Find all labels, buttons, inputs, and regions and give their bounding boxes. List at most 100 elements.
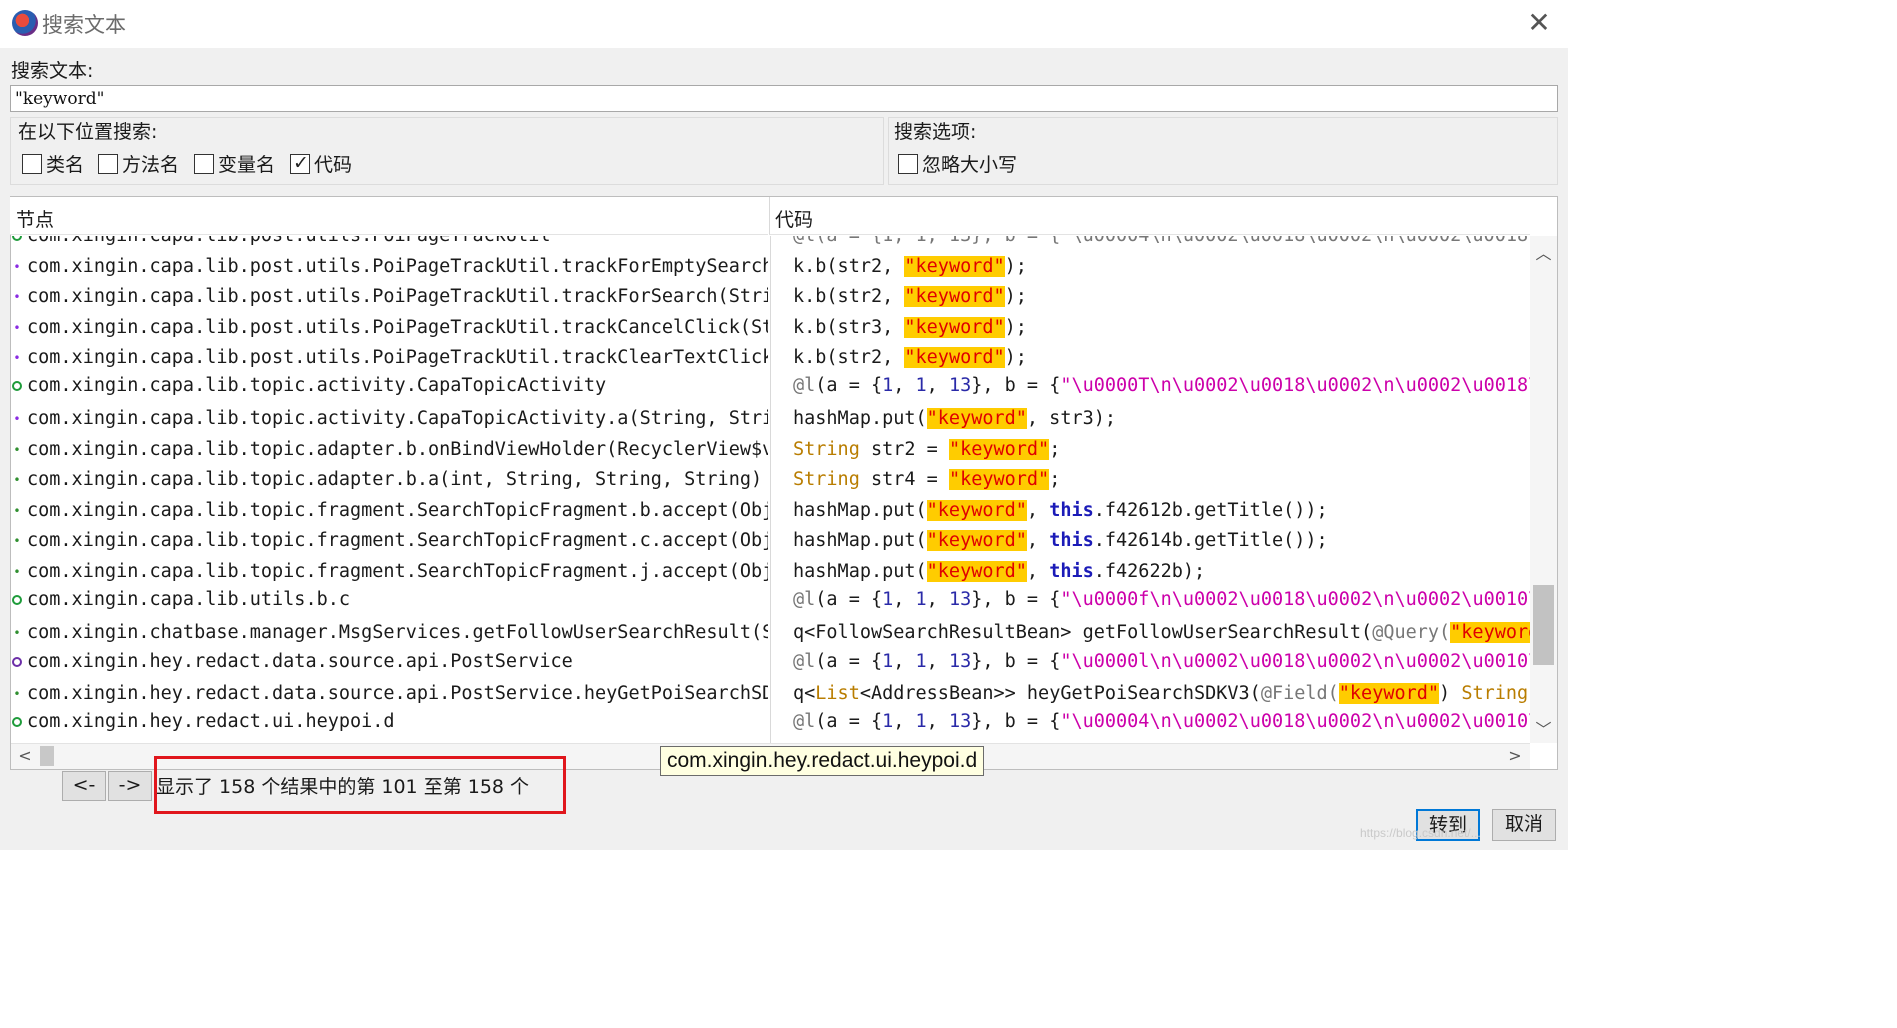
close-icon[interactable]: ✕ — [1522, 6, 1556, 40]
code-token: 1 — [882, 711, 894, 732]
checkbox-class-name[interactable]: 类名 — [22, 150, 84, 177]
result-row-node[interactable]: • com.xingin.capa.lib.topic.fragment.Sear… — [10, 500, 768, 521]
result-row-code[interactable]: hashMap.put("keyword", this.f42612b.getT… — [771, 500, 1328, 521]
result-row-code[interactable]: @l(a = {1, 1, 13}, b = {"\u00004\n\u0002… — [771, 711, 1530, 732]
checkbox-box[interactable] — [98, 153, 118, 174]
result-row-node[interactable]: • com.xingin.capa.lib.topic.fragment.Sear… — [10, 561, 768, 582]
code-token: "\u0000f\n\u0002\u0018\u0002\n\u0002\u00… — [1060, 589, 1530, 610]
keyword-match: "keyword" — [904, 286, 1005, 307]
code-token: ); — [1004, 347, 1027, 368]
result-row-node[interactable]: • com.xingin.capa.lib.topic.adapter.b.a(i… — [10, 469, 768, 490]
code-token: , — [893, 589, 916, 610]
title-bar — [0, 0, 1568, 48]
checkbox-variable-name[interactable]: 变量名 — [194, 150, 275, 177]
result-row-node[interactable]: • com.xingin.capa.lib.post.utils.PoiPageT… — [10, 317, 768, 338]
code-token: 13 — [948, 651, 972, 672]
result-row-node[interactable]: com.xingin.hey.redact.data.source.api.Po… — [10, 651, 573, 672]
result-row-code[interactable]: k.b(str2, "keyword"); — [771, 256, 1027, 277]
code-token: String — [793, 469, 860, 490]
checkbox-box[interactable] — [22, 153, 42, 174]
method-icon: • — [13, 290, 21, 304]
code-token: k.b(str2, — [793, 286, 905, 307]
result-row-code[interactable]: k.b(str2, "keyword"); — [771, 347, 1027, 368]
search-input[interactable] — [10, 85, 1558, 112]
code-token: }, b = { — [971, 375, 1061, 396]
class-icon — [12, 381, 22, 391]
next-page-button[interactable]: -> — [108, 771, 152, 801]
node-text: com.xingin.hey.redact.data.source.api.Po… — [27, 683, 768, 704]
class-icon — [12, 236, 22, 241]
code-token: 1 — [915, 711, 927, 732]
code-token: List — [815, 683, 860, 704]
result-row-node[interactable]: • com.xingin.capa.lib.post.utils.PoiPageT… — [10, 256, 768, 277]
result-row-code[interactable]: k.b(str2, "keyword"); — [771, 286, 1027, 307]
code-token: , — [1026, 500, 1050, 521]
method-pub-icon: • — [13, 534, 21, 548]
node-text: com.xingin.chatbase.manager.MsgServices.… — [27, 622, 768, 643]
prev-page-button[interactable]: <- — [62, 771, 106, 801]
result-row-node[interactable]: • com.xingin.capa.lib.post.utils.PoiPageT… — [10, 347, 768, 368]
code-token: , — [926, 651, 949, 672]
result-row-node[interactable]: • com.xingin.capa.lib.topic.adapter.b.onB… — [10, 439, 768, 460]
code-token: k.b(str3, — [793, 317, 905, 338]
code-token: }, b = { — [971, 589, 1061, 610]
interface-icon — [12, 657, 22, 667]
result-row-node[interactable]: • com.xingin.hey.redact.data.source.api.P… — [10, 683, 768, 704]
code-token: , — [926, 589, 949, 610]
result-row-code[interactable]: hashMap.put("keyword", this.f42622b); — [771, 561, 1205, 582]
result-row-node[interactable]: • com.xingin.capa.lib.topic.fragment.Sear… — [10, 530, 768, 551]
horizontal-scroll-thumb[interactable] — [40, 746, 54, 766]
vertical-scroll-thumb[interactable] — [1533, 585, 1554, 665]
code-token: ); — [1004, 317, 1027, 338]
scroll-down-icon[interactable]: ﹀ — [1531, 716, 1556, 739]
code-token: @l(a = {1, 1, 13}, b = {"\u00004\n\u0002… — [793, 236, 1530, 246]
scroll-left-icon[interactable]: < — [14, 746, 36, 766]
checkbox-ignore-case[interactable]: 忽略大小写 — [898, 150, 1017, 177]
column-header-node[interactable]: 节点 — [10, 197, 768, 235]
scroll-right-icon[interactable]: > — [1504, 746, 1526, 766]
result-row-node[interactable]: com.xingin.capa.lib.topic.activity.CapaT… — [10, 375, 606, 396]
method-icon: • — [13, 260, 21, 274]
checkbox-method-name[interactable]: 方法名 — [98, 150, 179, 177]
cancel-button[interactable]: 取消 — [1492, 809, 1556, 841]
checkbox-box-checked[interactable] — [290, 152, 310, 174]
result-row-node[interactable]: • com.xingin.capa.lib.post.utils.PoiPageT… — [10, 286, 768, 307]
checkbox-box[interactable] — [898, 153, 918, 174]
code-token: .f42612b.getTitle()); — [1093, 500, 1328, 521]
checkbox-box[interactable] — [194, 153, 214, 174]
result-row-code[interactable]: String str4 = "keyword"; — [771, 469, 1060, 490]
code-token: .f42622b); — [1093, 561, 1206, 582]
result-row-node[interactable]: com.xingin.hey.redact.ui.heypoi.d — [10, 711, 395, 732]
result-row-code[interactable]: hashMap.put("keyword", str3); — [771, 408, 1116, 429]
code-token: k.b(str2, — [793, 256, 905, 277]
node-text: com.xingin.capa.lib.post.utils.PoiPageTr… — [27, 256, 768, 277]
code-token: "\u0000l\n\u0002\u0018\u0002\n\u0002\u00… — [1060, 651, 1530, 672]
result-row-code[interactable]: @l(a = {1, 1, 13}, b = {"\u0000T\n\u0002… — [771, 375, 1530, 396]
result-row-node[interactable]: com.xingin.capa.lib.utils.b.c — [10, 589, 350, 610]
result-row-code[interactable]: hashMap.put("keyword", this.f42614b.getT… — [771, 530, 1328, 551]
vertical-scrollbar[interactable] — [1530, 236, 1557, 743]
checkbox-code[interactable]: 代码 — [290, 150, 352, 177]
code-token: , — [1026, 561, 1050, 582]
result-row-code[interactable]: String str2 = "keyword"; — [771, 439, 1060, 460]
result-row-node[interactable]: • com.xingin.capa.lib.topic.activity.Capa… — [10, 408, 768, 429]
result-row-code[interactable]: @l(a = {1, 1, 13}, b = {"\u0000f\n\u0002… — [771, 589, 1530, 610]
code-token: 13 — [948, 589, 972, 610]
result-row-code[interactable]: k.b(str3, "keyword"); — [771, 317, 1027, 338]
keyword-match: "keyword" — [1338, 683, 1440, 704]
result-row-node[interactable]: • com.xingin.chatbase.manager.MsgServices… — [10, 622, 768, 643]
status-highlight-box — [154, 756, 566, 814]
result-row-code[interactable]: q<List<AddressBean>> heyGetPoiSearchSDKV… — [771, 683, 1530, 704]
result-row-code[interactable]: q<FollowSearchResultBean> getFollowUserS… — [771, 622, 1530, 643]
result-row-code[interactable]: @l(a = {1, 1, 13}, b = {"\u00004\n\u0002… — [771, 236, 1530, 246]
code-token: hashMap.put( — [793, 408, 927, 429]
dialog-title: 搜索文本 — [42, 13, 126, 37]
method-pub-icon: • — [13, 565, 21, 579]
watermark: https://blog.csdn.net/... — [1360, 826, 1481, 840]
code-token: hashMap.put( — [793, 530, 927, 551]
result-row-code[interactable]: @l(a = {1, 1, 13}, b = {"\u0000l\n\u0002… — [771, 651, 1530, 672]
column-header-code[interactable]: 代码 — [769, 197, 1530, 235]
scroll-up-icon[interactable]: ︿ — [1531, 240, 1556, 263]
result-row-node[interactable]: com.xingin.capa.lib.post.utils.PoiPageTr… — [10, 236, 550, 246]
code-token: ; — [1049, 469, 1061, 490]
